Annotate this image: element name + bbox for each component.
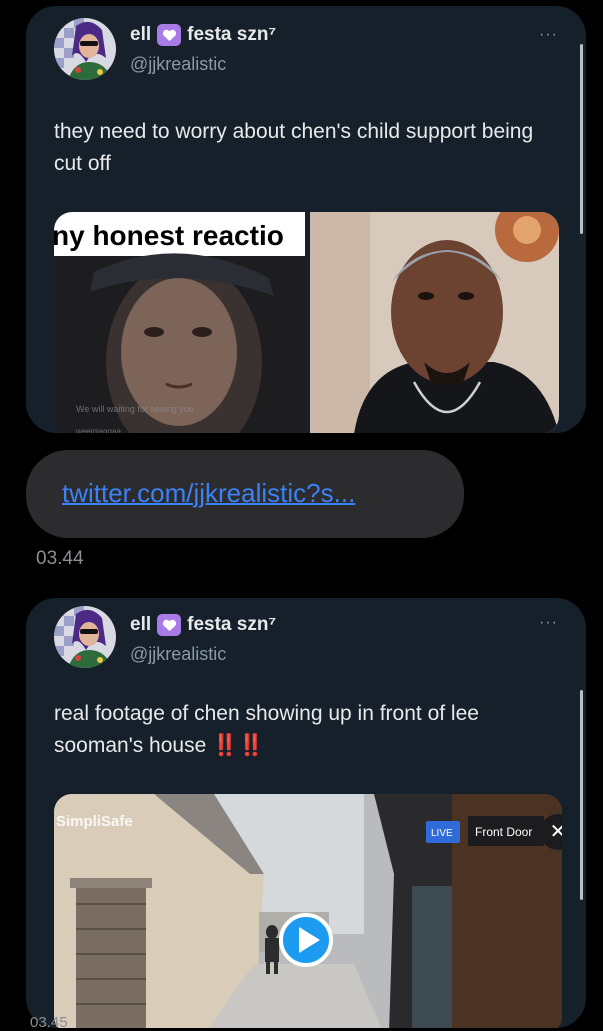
heart-icon (157, 614, 182, 636)
tweet-text: real footage of chen showing up in front… (54, 698, 562, 762)
display-name[interactable]: ell festa szn⁷ (130, 614, 276, 636)
scrollbar[interactable] (580, 44, 583, 234)
tweet-text-body: real footage of chen showing up in front… (54, 702, 479, 757)
double-exclamation-icon: ‼️‼️ (212, 734, 265, 757)
live-badge: LIVE (426, 821, 460, 843)
more-options-icon[interactable]: ··· (539, 614, 558, 632)
tweet-text: they need to worry about chen's child su… (54, 120, 534, 175)
more-options-icon[interactable]: ··· (539, 26, 558, 44)
watermark-text: We will waiting for seeing you (76, 404, 194, 414)
tweet-media[interactable]: SimpliSafe LIVE Front Door ✕ (54, 794, 562, 1028)
display-name-text: ell (130, 24, 152, 45)
tweet-card[interactable]: ell festa szn⁷ @jjkrealistic ··· they ne… (26, 6, 586, 433)
user-handle[interactable]: @jjkrealistic (130, 54, 226, 75)
display-name-text: ell (130, 614, 152, 635)
message-timestamp: 03.45 (30, 1014, 68, 1031)
scrollbar[interactable] (580, 690, 583, 900)
user-handle[interactable]: @jjkrealistic (130, 644, 226, 665)
display-name-suffix: festa szn⁷ (187, 24, 277, 45)
message-timestamp: 03.44 (36, 548, 84, 569)
message-bubble[interactable]: twitter.com/jjkrealistic?s... (26, 450, 464, 538)
close-icon: ✕ (549, 821, 562, 843)
heart-icon (157, 24, 182, 46)
tweet-link[interactable]: twitter.com/jjkrealistic?s... (62, 478, 355, 509)
avatar[interactable] (54, 18, 116, 80)
watermark-subtext: weeiniaggaa (75, 427, 121, 433)
tweet-media[interactable]: ny honest reactio We will waiting for se… (54, 212, 559, 433)
avatar[interactable] (54, 606, 116, 668)
reaction-caption: ny honest reactio (54, 220, 284, 251)
camera-label-text: Front Door (475, 825, 532, 839)
camera-label: Front Door (468, 816, 544, 846)
display-name-suffix: festa szn⁷ (187, 614, 277, 635)
tweet-card[interactable]: ell festa szn⁷ @jjkrealistic ··· real fo… (26, 598, 586, 1028)
display-name[interactable]: ell festa szn⁷ (130, 24, 276, 46)
live-badge-text: LIVE (431, 828, 453, 839)
camera-brand: SimpliSafe (56, 813, 133, 830)
play-button[interactable] (279, 913, 333, 967)
